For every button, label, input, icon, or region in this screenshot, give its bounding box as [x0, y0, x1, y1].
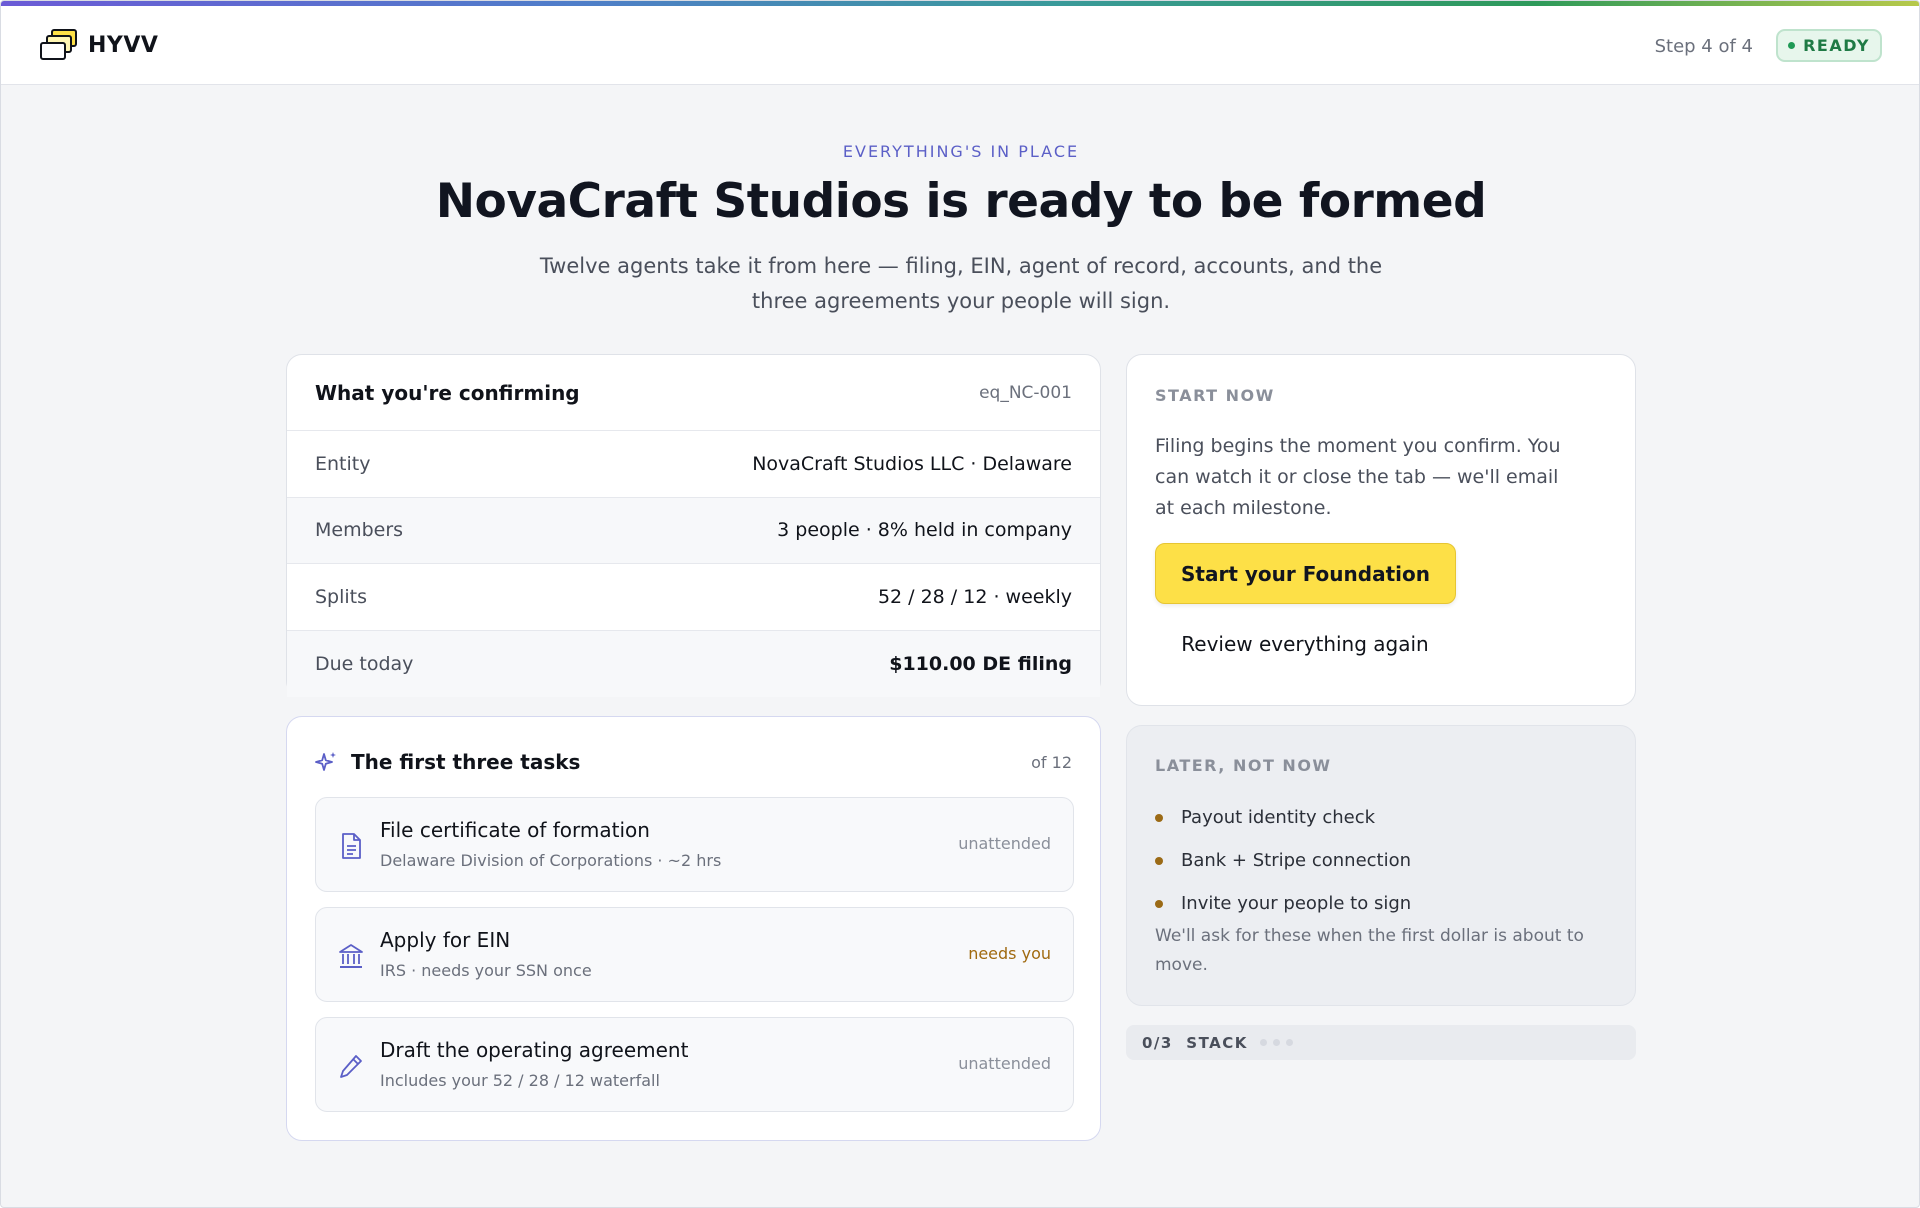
- task-status: needs you: [968, 944, 1051, 963]
- later-card: LATER, NOT NOW Payout identity check Ban…: [1126, 725, 1636, 1006]
- stack-dots: [1259, 1039, 1293, 1046]
- stack-progress: 0/3 STACK: [1126, 1025, 1636, 1060]
- page-title: NovaCraft Studios is ready to be formed: [435, 174, 1487, 229]
- later-note: We'll ask for these when the first dolla…: [1155, 926, 1584, 975]
- row-label: Entity: [315, 452, 371, 475]
- row-value: $110.00 DE filing: [889, 652, 1072, 675]
- task-subtitle: IRS · needs your SSN once: [380, 961, 592, 980]
- later-label: LATER, NOT NOW: [1155, 756, 1332, 775]
- row-value: 52 / 28 / 12 · weekly: [877, 585, 1072, 608]
- confirm-card: What you're confirming eq_NC-001 Entity …: [286, 354, 1101, 697]
- start-foundation-button[interactable]: Start your Foundation: [1155, 543, 1456, 604]
- row-label: Members: [315, 519, 404, 542]
- task-item[interactable]: File certificate of formation Delaware D…: [315, 797, 1074, 892]
- list-item: Payout identity check: [1155, 796, 1411, 839]
- status-dot-icon: [1788, 42, 1796, 49]
- later-list: Payout identity check Bank + Stripe conn…: [1155, 796, 1411, 925]
- confirm-row-due-today: Due today $110.00 DE filing: [287, 630, 1100, 697]
- start-now-card: START NOW Filing begins the moment you c…: [1126, 354, 1636, 706]
- task-title: Draft the operating agreement: [380, 1038, 689, 1062]
- bank-icon: [339, 944, 363, 968]
- stack-label: 0/3 STACK: [1142, 1033, 1248, 1052]
- confirm-header: What you're confirming eq_NC-001: [287, 355, 1100, 431]
- confirm-row-members: Members 3 people · 8% held in company: [287, 497, 1100, 564]
- review-again-button[interactable]: Review everything again: [1155, 621, 1455, 667]
- start-now-label: START NOW: [1155, 386, 1275, 405]
- list-item: Invite your people to sign: [1155, 882, 1411, 925]
- list-item-label: Bank + Stripe connection: [1181, 850, 1412, 871]
- logo-icon: [40, 29, 77, 60]
- bullet-icon: [1155, 899, 1163, 908]
- task-item[interactable]: Draft the operating agreement Includes y…: [315, 1017, 1074, 1112]
- row-label: Due today: [315, 652, 414, 675]
- tasks-title: The first three tasks: [351, 750, 581, 774]
- row-label: Splits: [315, 585, 368, 608]
- stack-dot-icon: [1285, 1039, 1293, 1046]
- top-bar: HYVV Step 4 of 4 READY: [1, 6, 1919, 85]
- task-item[interactable]: Apply for EIN IRS · needs your SSN once …: [315, 907, 1074, 1002]
- tasks-card: The first three tasks of 12 File certifi…: [286, 716, 1101, 1141]
- row-value: 3 people · 8% held in company: [777, 519, 1072, 542]
- sparkle-icon: [315, 752, 336, 771]
- tasks-header: The first three tasks of 12: [315, 747, 1072, 777]
- confirm-row-entity: Entity NovaCraft Studios LLC · Delaware: [287, 431, 1100, 498]
- step-indicator: Step 4 of 4: [1654, 36, 1753, 57]
- tasks-count: of 12: [1031, 752, 1072, 772]
- task-title: File certificate of formation: [380, 818, 650, 842]
- bullet-icon: [1155, 813, 1163, 822]
- pen-icon: [340, 1055, 362, 1078]
- document-icon: [342, 833, 361, 859]
- confirm-title: What you're confirming: [315, 380, 580, 405]
- page-subtitle: Twelve agents take it from here — filing…: [539, 254, 1383, 313]
- app-window: HYVV Step 4 of 4 READY EVERYTHING'S IN P…: [0, 0, 1920, 1208]
- stack-dot-icon: [1272, 1039, 1280, 1046]
- task-subtitle: Includes your 52 / 28 / 12 waterfall: [380, 1071, 660, 1090]
- task-title: Apply for EIN: [380, 928, 511, 952]
- task-status: unattended: [958, 834, 1051, 853]
- eyebrow: EVERYTHING'S IN PLACE: [842, 142, 1080, 161]
- brand-name: HYVV: [88, 33, 159, 58]
- list-item-label: Invite your people to sign: [1181, 893, 1412, 914]
- list-item-label: Payout identity check: [1181, 807, 1376, 828]
- status-label: READY: [1803, 36, 1870, 55]
- task-status: unattended: [958, 1054, 1051, 1073]
- row-value: NovaCraft Studios LLC · Delaware: [752, 452, 1072, 475]
- confirm-row-splits: Splits 52 / 28 / 12 · weekly: [287, 564, 1100, 631]
- status-badge: READY: [1776, 29, 1882, 62]
- bullet-icon: [1155, 856, 1163, 865]
- confirm-id: eq_NC-001: [979, 382, 1072, 403]
- stack-dot-icon: [1259, 1039, 1267, 1046]
- task-subtitle: Delaware Division of Corporations · ~2 h…: [380, 851, 722, 870]
- list-item: Bank + Stripe connection: [1155, 839, 1411, 882]
- start-now-description: Filing begins the moment you confirm. Yo…: [1155, 435, 1561, 519]
